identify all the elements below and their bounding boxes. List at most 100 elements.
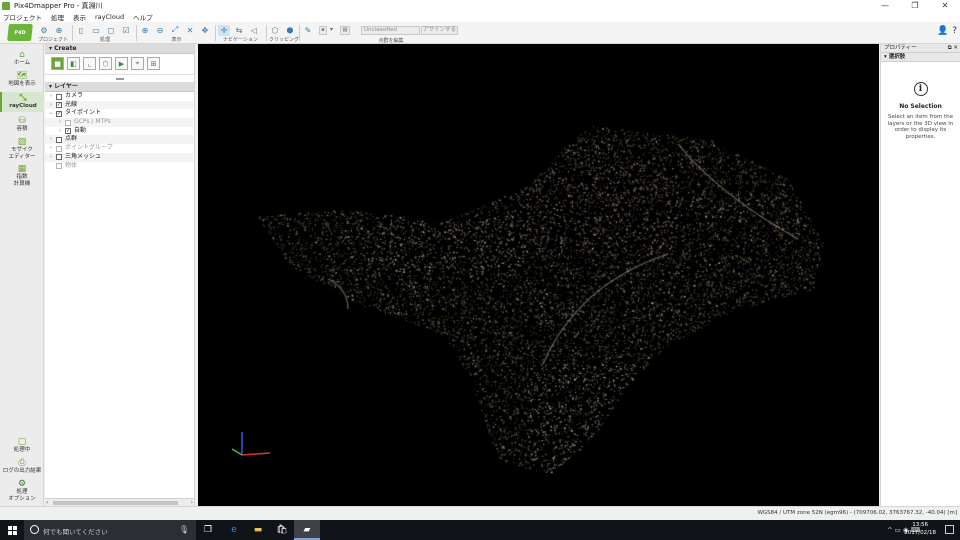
layer-label: 三角メッシュ [65, 152, 102, 160]
undock-icon[interactable]: ⧉ ✕ [948, 44, 958, 53]
start-button[interactable] [0, 520, 24, 540]
layer-checkbox[interactable] [56, 154, 62, 161]
class-select[interactable]: Unclassified [361, 26, 420, 35]
check-process-icon[interactable]: ☑ [120, 25, 132, 36]
layer-checkbox[interactable]: ✓ [56, 110, 62, 117]
raycloud-3d-view[interactable] [198, 44, 879, 506]
class-icon-button[interactable]: ▦ [340, 26, 350, 35]
system-clock[interactable]: 13:56 2017/02/18 [904, 522, 936, 537]
axis-y-line [231, 448, 243, 456]
scroll-right-icon[interactable]: › [191, 499, 193, 506]
layer-tree-row[interactable]: ⌄ ✓ タイポイント [45, 109, 194, 118]
chevron-right-icon[interactable]: › [57, 118, 63, 127]
nav-processing[interactable]: ▢ 処理中 [0, 437, 44, 454]
layer-tree-row[interactable]: › GCPs / MTPs [45, 118, 194, 127]
zoom-fit-icon[interactable]: ⤢ [169, 25, 181, 36]
toolbar-group-label: 処理 [99, 37, 110, 43]
chevron-down-icon[interactable]: ⌄ [48, 109, 54, 118]
layer-tree-row[interactable]: › カメラ [45, 92, 194, 101]
orbit-icon[interactable]: ⇆ [233, 25, 245, 36]
edge-browser-icon[interactable]: e [228, 524, 240, 536]
layer-checkbox[interactable] [56, 93, 62, 100]
menu-process[interactable]: 処理 [51, 12, 64, 22]
pix4d-taskbar-button[interactable]: ▰ [294, 520, 320, 540]
layer-checkbox[interactable] [56, 163, 62, 169]
nav-volumes[interactable]: ⛁ 容積 [0, 116, 44, 133]
chevron-right-icon[interactable]: › [48, 101, 54, 110]
help-icon[interactable]: ? [952, 26, 957, 36]
create-video-icon[interactable]: ▶ [115, 57, 128, 70]
crosshair-icon[interactable]: ✕ [184, 25, 196, 36]
zoom-in-icon[interactable]: ⊕ [139, 25, 151, 36]
axis-x-line [241, 452, 271, 456]
chevron-right-icon[interactable]: › [57, 127, 63, 136]
clipping-box-icon[interactable]: ⬡ [269, 25, 281, 36]
open-process-icon[interactable]: ▭ [90, 25, 102, 36]
menu-help[interactable]: ヘルプ [133, 12, 153, 22]
layer-checkbox[interactable] [65, 119, 71, 126]
minimize-button[interactable]: — [870, 0, 900, 11]
assign-button[interactable]: アサインする [421, 26, 458, 35]
create-surface-icon[interactable]: ■ [51, 57, 64, 70]
point-cloud-canvas[interactable] [198, 44, 879, 506]
no-selection-title: No Selection [899, 103, 942, 110]
layer-tree-row[interactable]: 物体 [45, 162, 194, 171]
microphone-icon[interactable]: 🎙 [179, 525, 189, 534]
layer-tree-row[interactable]: › ポイントグループ [45, 144, 194, 153]
layer-checkbox[interactable] [56, 136, 62, 143]
scroll-thumb[interactable] [53, 501, 178, 505]
menu-project[interactable]: プロジェクト [3, 12, 42, 22]
create-volume-icon[interactable]: ⬡ [99, 57, 112, 70]
file-explorer-icon[interactable]: ▬ [252, 524, 264, 536]
layer-tree-row[interactable]: › 三角メッシュ [45, 152, 194, 162]
create-header[interactable]: ▾ Create [45, 44, 194, 54]
layer-tree-row[interactable]: › 点群 [45, 135, 194, 145]
layers-header[interactable]: ▾ レイヤー [45, 82, 194, 92]
nav-raycloud[interactable]: ⤡ rayCloud [0, 92, 44, 112]
gcp-manager-icon[interactable]: ⊕ [53, 25, 65, 36]
nav-index-calculator[interactable]: ▦ 指数 計算機 [0, 164, 44, 187]
home-icon: ⌂ [19, 50, 25, 60]
menu-raycloud[interactable]: rayCloud [95, 13, 124, 21]
panel-splitter[interactable] [45, 74, 194, 82]
scroll-left-icon[interactable]: ‹ [46, 499, 48, 506]
chevron-right-icon[interactable]: › [48, 144, 54, 153]
zoom-out-icon[interactable]: ⊖ [154, 25, 166, 36]
chevron-right-icon[interactable]: › [48, 135, 54, 144]
selection-mode-button[interactable]: ▪ [319, 26, 327, 35]
layer-checkbox[interactable]: ✓ [65, 128, 71, 135]
menu-view[interactable]: 表示 [73, 12, 86, 22]
horizontal-scrollbar[interactable]: ‹ › [45, 498, 194, 506]
run-process-icon[interactable]: ◻ [105, 25, 117, 36]
nav-processing-options[interactable]: ⚙ 処理 オプション [0, 479, 44, 502]
nav-map-view[interactable]: 🗺 地図を表示 [0, 71, 44, 88]
selection-header[interactable]: ▾ 選択肢 [881, 53, 960, 62]
layer-checkbox[interactable] [56, 145, 62, 152]
clipping-edit-icon[interactable]: ⬢ [284, 25, 296, 36]
maximize-button[interactable]: ❐ [900, 0, 930, 11]
nav-home[interactable]: ⌂ ホーム [0, 50, 44, 67]
create-polyline-icon[interactable]: ⌞ [83, 57, 96, 70]
taskbar-search[interactable]: 何でも聞いてください 🎙 [24, 520, 196, 540]
chevron-right-icon[interactable]: › [48, 153, 54, 162]
new-process-icon[interactable]: ▯ [75, 25, 87, 36]
project-settings-icon[interactable]: ⚙ [38, 25, 50, 36]
chevron-right-icon[interactable]: › [48, 92, 54, 101]
store-icon[interactable]: 🛍 [276, 524, 288, 536]
create-grid-icon[interactable]: ⊞ [147, 57, 160, 70]
create-orthoplane-icon[interactable]: ◧ [67, 57, 80, 70]
close-button[interactable]: ✕ [930, 0, 960, 11]
cortana-icon [30, 525, 39, 534]
pan-icon[interactable]: ✛ [218, 24, 230, 36]
fly-icon[interactable]: ✥ [199, 25, 211, 36]
user-account-icon[interactable]: 👤 [937, 26, 948, 36]
notification-icon[interactable] [945, 525, 954, 534]
create-measure-icon[interactable]: ⌖ [131, 57, 144, 70]
nav-mosaic-editor[interactable]: ▨ モザイク エディター [0, 137, 44, 160]
trackball-icon[interactable]: ◁ [248, 25, 260, 36]
edit-pen-icon[interactable]: ✎ [302, 25, 314, 36]
nav-log-output[interactable]: ⎙ ログの出力結果 [0, 458, 44, 475]
layer-checkbox[interactable]: ✓ [56, 102, 62, 109]
task-view-icon[interactable]: ❐ [202, 524, 214, 536]
chevron-down-icon[interactable]: ▾ [330, 26, 333, 33]
